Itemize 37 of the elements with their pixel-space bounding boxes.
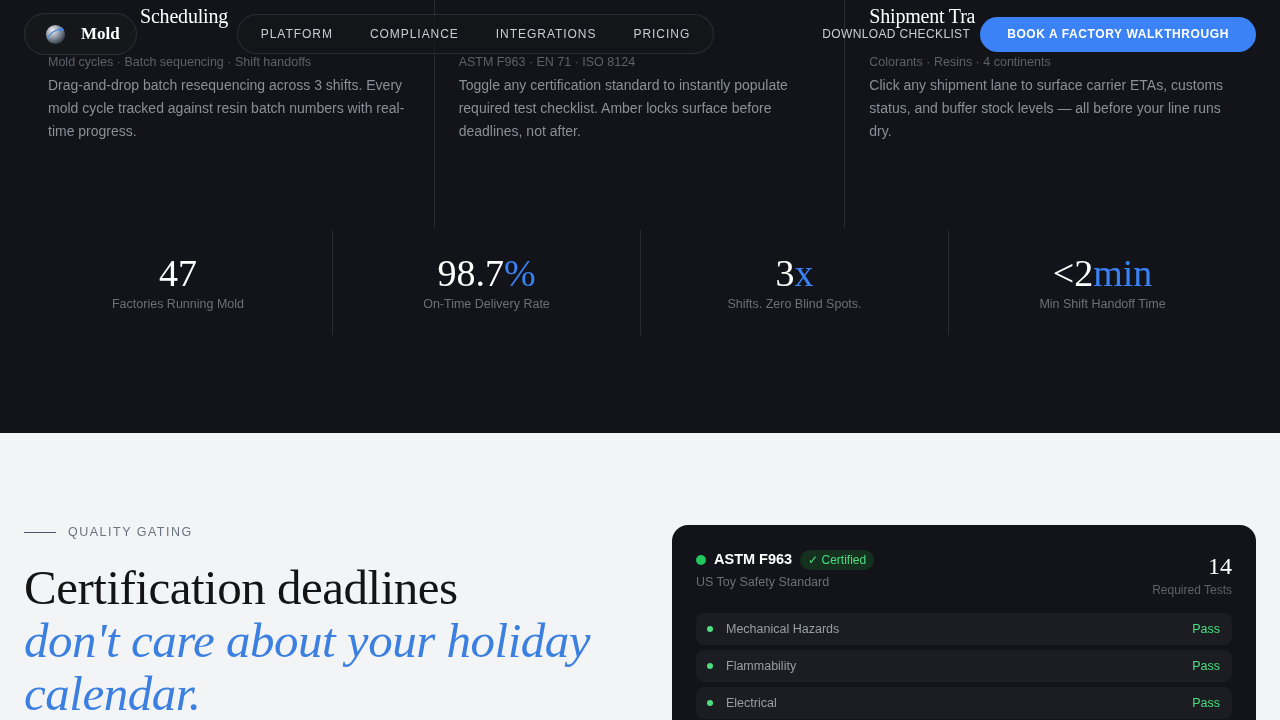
stat-value: 3x [775,253,814,293]
nav-link[interactable]: PRICING [633,26,691,42]
test-name: Flammability [726,657,797,675]
test-result: Pass [1192,620,1221,638]
test-name: Electrical [726,694,777,712]
test-count-label: Required Tests [1152,582,1232,598]
download-link[interactable]: DOWNLOAD CHECKLIST [822,27,971,41]
feature-tags: Colorants · Resins · 4 continents [869,54,1232,70]
standard-subtitle: US Toy Safety Standard [696,574,831,590]
test-count: 14 [1208,552,1232,580]
test-name: Mechanical Hazards [726,620,840,638]
feature-title: Scheduling [140,6,228,26]
logo-pill[interactable]: Mold [24,13,137,55]
feature-tags: ASTM F963 · EN 71 · ISO 8124 [458,54,821,70]
stat-label: Shifts. Zero Blind Spots. [727,296,862,312]
feature-description: Click any shipment lane to surface carrier ETAs, customs status, and buffer stock levels — all before your line runs dry. [869,76,1225,141]
eyebrow-label: QUALITY GATING [68,525,193,539]
cta-button[interactable]: BOOK A FACTORY WALKTHROUGH [980,16,1256,52]
nav-link[interactable]: COMPLIANCE [369,26,459,42]
test-result: Pass [1192,657,1221,675]
feature-title: Shipment Tra [869,6,976,26]
feature-description: Toggle any certification standard to instantly populate required test checklist. Amber locks surface before deadlines, not after. [458,76,789,141]
standard-name: ASTM F963 [714,550,793,570]
test-result: Pass [1192,694,1221,712]
stat-value: 47 [159,253,197,293]
stat-value: 98.7% [437,253,536,293]
nav-link[interactable]: INTEGRATIONS [495,26,597,42]
feature-tags: Mold cycles · Batch sequencing · Shift handoffs [48,54,410,70]
section-heading: Certification deadlines don't care about your holiday calendar. [24,561,592,720]
stat-label: Factories Running Mold [112,296,244,312]
sphere-icon [45,23,66,45]
feature-description: Drag-and-drop batch resequencing across 3 shifts. Every mold cycle tracked against resin batch numbers with real-time progress. [48,76,406,141]
stat-label: On-Time Delivery Rate [423,296,550,312]
stat-value: <2min [1052,253,1153,293]
certified-badge: ✓ Certified [800,550,875,570]
stat-label: Min Shift Handoff Time [1039,296,1166,312]
nav-link[interactable]: PLATFORM [260,26,333,42]
